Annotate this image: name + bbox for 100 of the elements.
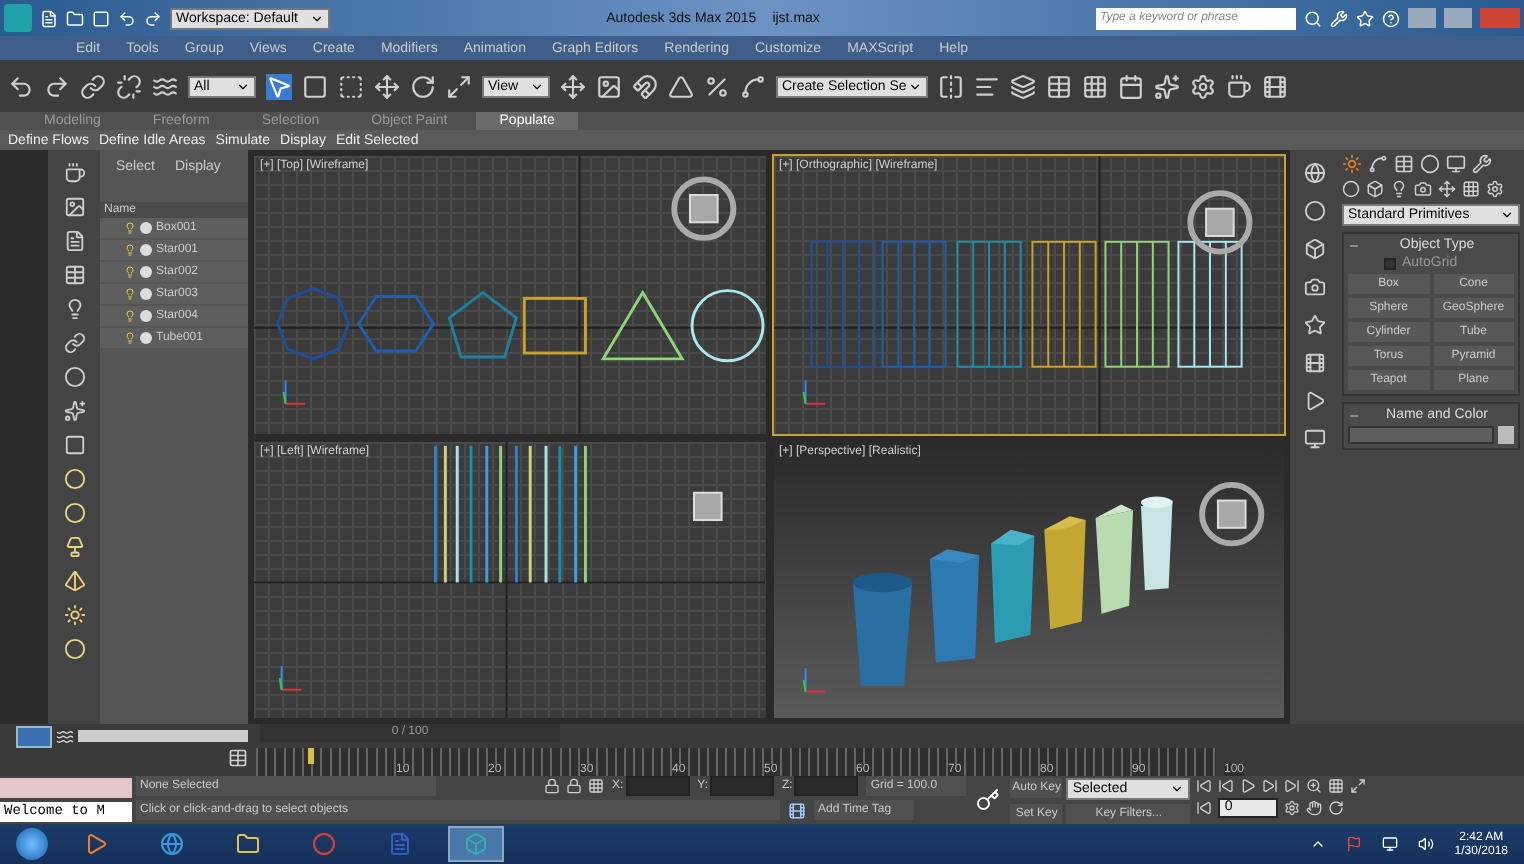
redo-icon[interactable] bbox=[44, 73, 70, 99]
display-icon[interactable] bbox=[1446, 154, 1466, 174]
play-icon[interactable] bbox=[1240, 778, 1257, 794]
render-frame-icon[interactable] bbox=[1262, 73, 1288, 99]
caret-icon bbox=[1500, 208, 1514, 222]
caret-icon bbox=[908, 79, 922, 93]
coordinate-field[interactable] bbox=[794, 776, 859, 796]
bulb-icon bbox=[124, 332, 136, 344]
go-to-end-icon[interactable] bbox=[1284, 778, 1301, 794]
star-icon[interactable] bbox=[1303, 314, 1325, 336]
bulb-icon bbox=[124, 222, 136, 234]
rotate-icon[interactable] bbox=[410, 73, 436, 99]
undo-icon[interactable] bbox=[118, 9, 136, 27]
axis-tripod-icon bbox=[801, 666, 826, 692]
image-icon[interactable] bbox=[63, 196, 85, 218]
lock-icon[interactable] bbox=[566, 778, 582, 794]
move-icon[interactable] bbox=[374, 73, 400, 99]
collapse-icon[interactable] bbox=[1348, 239, 1360, 251]
maximize-icon[interactable] bbox=[1350, 778, 1367, 794]
network-icon[interactable] bbox=[1382, 836, 1399, 852]
zoom-icon[interactable] bbox=[1306, 778, 1323, 794]
previous-frame-icon[interactable] bbox=[1218, 778, 1235, 794]
undo-icon[interactable] bbox=[8, 73, 34, 99]
view-cube-icon bbox=[693, 490, 723, 520]
view-cube-icon bbox=[1186, 190, 1252, 255]
redo-icon[interactable] bbox=[144, 9, 162, 27]
start-button[interactable] bbox=[16, 828, 48, 860]
cup-icon[interactable] bbox=[63, 162, 85, 184]
axis-tripod-icon bbox=[801, 379, 826, 405]
dot-icon[interactable] bbox=[1303, 200, 1325, 222]
pan-icon[interactable] bbox=[1306, 800, 1323, 816]
volume-icon[interactable] bbox=[1418, 836, 1435, 852]
utilities-icon[interactable] bbox=[1472, 154, 1492, 174]
wave-icon[interactable] bbox=[152, 73, 178, 99]
browser-icon bbox=[160, 832, 184, 856]
layers-icon[interactable] bbox=[1010, 73, 1036, 99]
new-file-icon[interactable] bbox=[40, 9, 58, 27]
globe-icon[interactable] bbox=[1303, 162, 1325, 184]
lights-icon[interactable] bbox=[1390, 180, 1408, 198]
save-icon[interactable] bbox=[92, 9, 110, 27]
percent-snap-icon[interactable] bbox=[704, 73, 730, 99]
document-icon[interactable] bbox=[63, 230, 85, 252]
tools-icon[interactable] bbox=[1330, 9, 1348, 27]
viewport-layout-icon[interactable] bbox=[16, 725, 52, 747]
pyramid-icon[interactable] bbox=[63, 570, 85, 592]
coordinate-field[interactable] bbox=[710, 776, 775, 796]
align-icon[interactable] bbox=[974, 73, 1000, 99]
scale-icon[interactable] bbox=[446, 73, 472, 99]
go-to-start-icon[interactable] bbox=[1196, 778, 1213, 794]
rectangle-select-icon[interactable] bbox=[302, 73, 328, 99]
mirror-icon[interactable] bbox=[938, 73, 964, 99]
unlink-icon[interactable] bbox=[116, 73, 142, 99]
rectangle-icon[interactable] bbox=[63, 434, 85, 456]
axis-tripod-icon bbox=[282, 379, 307, 405]
open-icon[interactable] bbox=[66, 9, 84, 27]
link-icon[interactable] bbox=[63, 332, 85, 354]
bulb-icon bbox=[124, 288, 136, 300]
create-icon[interactable] bbox=[1342, 154, 1362, 174]
render-setup-icon[interactable] bbox=[1190, 73, 1216, 99]
snap-icon[interactable] bbox=[632, 73, 658, 99]
caret-icon bbox=[530, 79, 544, 93]
caret-icon bbox=[1170, 782, 1185, 796]
help-icon[interactable] bbox=[1382, 9, 1400, 27]
scroll-bar[interactable] bbox=[78, 730, 248, 742]
view-cube-icon bbox=[671, 176, 737, 241]
camera-icon[interactable] bbox=[1303, 276, 1325, 298]
select-icon[interactable] bbox=[266, 73, 292, 99]
next-frame-icon[interactable] bbox=[1262, 778, 1279, 794]
modify-icon[interactable] bbox=[1368, 154, 1388, 174]
sphere-icon[interactable] bbox=[63, 502, 85, 524]
flag-icon[interactable] bbox=[1346, 836, 1363, 852]
cup-icon[interactable] bbox=[1226, 73, 1252, 99]
film-icon[interactable] bbox=[1303, 352, 1325, 374]
app-icon bbox=[464, 832, 488, 856]
link-icon[interactable] bbox=[80, 73, 106, 99]
view-cube-icon bbox=[1198, 480, 1264, 546]
checkbox[interactable] bbox=[1384, 257, 1396, 269]
lamp-icon[interactable] bbox=[63, 536, 85, 558]
collapse-icon[interactable] bbox=[1348, 409, 1360, 421]
monitor-icon[interactable] bbox=[1303, 428, 1325, 450]
color-swatch[interactable] bbox=[1498, 426, 1514, 444]
table-icon[interactable] bbox=[63, 264, 85, 286]
cameras-icon[interactable] bbox=[1414, 180, 1432, 198]
folder-icon bbox=[236, 832, 260, 856]
name-field[interactable] bbox=[1348, 426, 1494, 444]
coordinate-field[interactable] bbox=[625, 776, 690, 796]
time-marker[interactable] bbox=[308, 748, 314, 764]
play-icon[interactable] bbox=[1303, 390, 1325, 412]
effects-icon[interactable] bbox=[63, 400, 85, 422]
light-icon[interactable] bbox=[63, 298, 85, 320]
key-icon[interactable] bbox=[976, 788, 1001, 812]
time-config-icon[interactable] bbox=[1284, 800, 1301, 816]
sun-icon[interactable] bbox=[63, 604, 85, 626]
bulb-icon bbox=[124, 310, 136, 322]
time-tag-icon[interactable] bbox=[788, 801, 806, 819]
caret-icon bbox=[236, 79, 250, 93]
disc-icon[interactable] bbox=[63, 638, 85, 660]
media-player-icon bbox=[84, 832, 108, 856]
orbit-icon[interactable] bbox=[1328, 800, 1345, 816]
tray-expand-icon[interactable] bbox=[1310, 836, 1327, 852]
